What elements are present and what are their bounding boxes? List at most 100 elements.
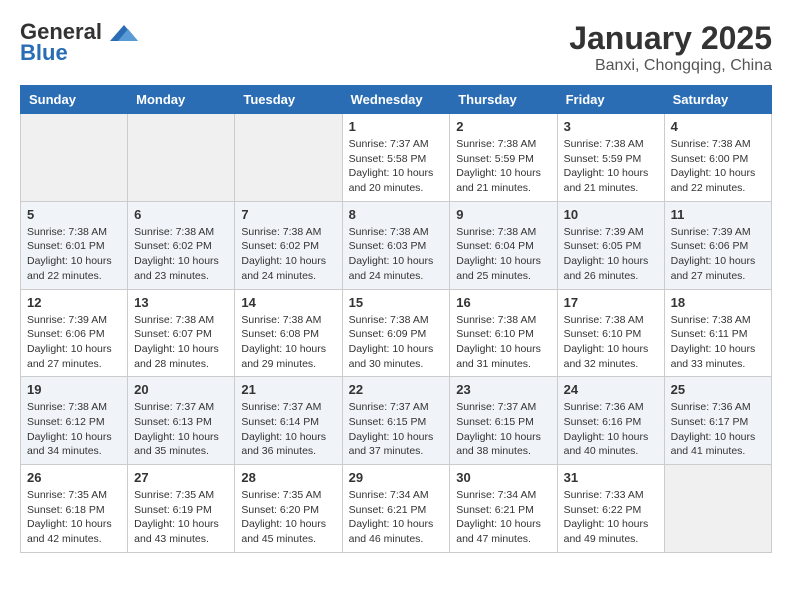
calendar-cell	[21, 114, 128, 202]
location-subtitle: Banxi, Chongqing, China	[569, 57, 772, 75]
col-header-sunday: Sunday	[21, 86, 128, 114]
day-info: Sunrise: 7:38 AMSunset: 6:04 PMDaylight:…	[456, 225, 550, 284]
day-info: Sunrise: 7:35 AMSunset: 6:18 PMDaylight:…	[27, 488, 121, 547]
day-info: Sunrise: 7:38 AMSunset: 6:11 PMDaylight:…	[671, 313, 765, 372]
day-number: 18	[671, 295, 765, 310]
calendar-cell: 19 Sunrise: 7:38 AMSunset: 6:12 PMDayligh…	[21, 377, 128, 465]
day-info: Sunrise: 7:38 AMSunset: 6:02 PMDaylight:…	[134, 225, 228, 284]
day-number: 25	[671, 382, 765, 397]
day-number: 27	[134, 470, 228, 485]
day-info: Sunrise: 7:38 AMSunset: 6:08 PMDaylight:…	[241, 313, 335, 372]
col-header-friday: Friday	[557, 86, 664, 114]
calendar-week-row: 5Sunrise: 7:38 AMSunset: 6:01 PMDaylight…	[21, 201, 772, 289]
logo-icon	[110, 23, 138, 43]
day-number: 9	[456, 207, 550, 222]
calendar-cell: 27 Sunrise: 7:35 AMSunset: 6:19 PMDayligh…	[128, 465, 235, 553]
day-info: Sunrise: 7:38 AMSunset: 6:10 PMDaylight:…	[456, 313, 550, 372]
calendar-cell: 17 Sunrise: 7:38 AMSunset: 6:10 PMDayligh…	[557, 289, 664, 377]
day-number: 8	[349, 207, 444, 222]
day-number: 4	[671, 119, 765, 134]
calendar-cell: 16 Sunrise: 7:38 AMSunset: 6:10 PMDayligh…	[450, 289, 557, 377]
day-number: 30	[456, 470, 550, 485]
calendar-cell: 9 Sunrise: 7:38 AMSunset: 6:04 PMDaylight…	[450, 201, 557, 289]
calendar-header-row: SundayMondayTuesdayWednesdayThursdayFrid…	[21, 86, 772, 114]
day-number: 26	[27, 470, 121, 485]
day-number: 14	[241, 295, 335, 310]
day-number: 5	[27, 207, 121, 222]
day-info: Sunrise: 7:35 AMSunset: 6:19 PMDaylight:…	[134, 488, 228, 547]
calendar-cell: 26 Sunrise: 7:35 AMSunset: 6:18 PMDayligh…	[21, 465, 128, 553]
calendar-cell: 31 Sunrise: 7:33 AMSunset: 6:22 PMDayligh…	[557, 465, 664, 553]
calendar-cell	[128, 114, 235, 202]
day-number: 24	[564, 382, 658, 397]
calendar-cell: 23 Sunrise: 7:37 AMSunset: 6:15 PMDayligh…	[450, 377, 557, 465]
calendar-cell: 24 Sunrise: 7:36 AMSunset: 6:16 PMDayligh…	[557, 377, 664, 465]
logo: General Blue	[20, 20, 138, 66]
day-number: 20	[134, 382, 228, 397]
calendar-cell: 12Sunrise: 7:39 AMSunset: 6:06 PMDayligh…	[21, 289, 128, 377]
calendar-cell	[235, 114, 342, 202]
day-info: Sunrise: 7:38 AMSunset: 6:03 PMDaylight:…	[349, 225, 444, 284]
col-header-monday: Monday	[128, 86, 235, 114]
day-number: 31	[564, 470, 658, 485]
calendar-week-row: 1 Sunrise: 7:37 AMSunset: 5:58 PMDaylight…	[21, 114, 772, 202]
calendar-cell: 8 Sunrise: 7:38 AMSunset: 6:03 PMDaylight…	[342, 201, 450, 289]
calendar-cell: 28 Sunrise: 7:35 AMSunset: 6:20 PMDayligh…	[235, 465, 342, 553]
calendar-cell: 6 Sunrise: 7:38 AMSunset: 6:02 PMDaylight…	[128, 201, 235, 289]
calendar-cell: 7Sunrise: 7:38 AMSunset: 6:02 PMDaylight…	[235, 201, 342, 289]
day-number: 22	[349, 382, 444, 397]
day-number: 2	[456, 119, 550, 134]
day-info: Sunrise: 7:37 AMSunset: 5:58 PMDaylight:…	[349, 137, 444, 196]
day-info: Sunrise: 7:36 AMSunset: 6:16 PMDaylight:…	[564, 400, 658, 459]
day-number: 1	[349, 119, 444, 134]
day-info: Sunrise: 7:34 AMSunset: 6:21 PMDaylight:…	[349, 488, 444, 547]
calendar-week-row: 26 Sunrise: 7:35 AMSunset: 6:18 PMDayligh…	[21, 465, 772, 553]
day-number: 15	[349, 295, 444, 310]
col-header-saturday: Saturday	[664, 86, 771, 114]
day-info: Sunrise: 7:39 AMSunset: 6:06 PMDaylight:…	[671, 225, 765, 284]
col-header-tuesday: Tuesday	[235, 86, 342, 114]
day-number: 11	[671, 207, 765, 222]
day-info: Sunrise: 7:38 AMSunset: 6:09 PMDaylight:…	[349, 313, 444, 372]
day-info: Sunrise: 7:38 AMSunset: 5:59 PMDaylight:…	[564, 137, 658, 196]
calendar-cell: 10 Sunrise: 7:39 AMSunset: 6:05 PMDayligh…	[557, 201, 664, 289]
day-number: 16	[456, 295, 550, 310]
day-number: 7	[241, 207, 335, 222]
calendar-cell: 20Sunrise: 7:37 AMSunset: 6:13 PMDayligh…	[128, 377, 235, 465]
day-info: Sunrise: 7:38 AMSunset: 5:59 PMDaylight:…	[456, 137, 550, 196]
day-info: Sunrise: 7:38 AMSunset: 6:10 PMDaylight:…	[564, 313, 658, 372]
day-info: Sunrise: 7:37 AMSunset: 6:15 PMDaylight:…	[456, 400, 550, 459]
day-number: 23	[456, 382, 550, 397]
col-header-thursday: Thursday	[450, 86, 557, 114]
day-info: Sunrise: 7:35 AMSunset: 6:20 PMDaylight:…	[241, 488, 335, 547]
calendar-cell: 13 Sunrise: 7:38 AMSunset: 6:07 PMDayligh…	[128, 289, 235, 377]
day-number: 17	[564, 295, 658, 310]
day-number: 19	[27, 382, 121, 397]
calendar-cell: 21 Sunrise: 7:37 AMSunset: 6:14 PMDayligh…	[235, 377, 342, 465]
day-info: Sunrise: 7:37 AMSunset: 6:14 PMDaylight:…	[241, 400, 335, 459]
day-info: Sunrise: 7:34 AMSunset: 6:21 PMDaylight:…	[456, 488, 550, 547]
calendar-cell: 1 Sunrise: 7:37 AMSunset: 5:58 PMDaylight…	[342, 114, 450, 202]
calendar-cell: 30 Sunrise: 7:34 AMSunset: 6:21 PMDayligh…	[450, 465, 557, 553]
day-number: 6	[134, 207, 228, 222]
day-info: Sunrise: 7:38 AMSunset: 6:07 PMDaylight:…	[134, 313, 228, 372]
day-info: Sunrise: 7:39 AMSunset: 6:06 PMDaylight:…	[27, 313, 121, 372]
calendar-cell	[664, 465, 771, 553]
day-number: 29	[349, 470, 444, 485]
calendar-cell: 4Sunrise: 7:38 AMSunset: 6:00 PMDaylight…	[664, 114, 771, 202]
calendar-cell: 3 Sunrise: 7:38 AMSunset: 5:59 PMDaylight…	[557, 114, 664, 202]
calendar-cell: 18 Sunrise: 7:38 AMSunset: 6:11 PMDayligh…	[664, 289, 771, 377]
day-number: 13	[134, 295, 228, 310]
day-info: Sunrise: 7:33 AMSunset: 6:22 PMDaylight:…	[564, 488, 658, 547]
day-number: 3	[564, 119, 658, 134]
calendar-cell: 5Sunrise: 7:38 AMSunset: 6:01 PMDaylight…	[21, 201, 128, 289]
day-number: 28	[241, 470, 335, 485]
day-number: 10	[564, 207, 658, 222]
day-info: Sunrise: 7:39 AMSunset: 6:05 PMDaylight:…	[564, 225, 658, 284]
col-header-wednesday: Wednesday	[342, 86, 450, 114]
day-number: 21	[241, 382, 335, 397]
calendar-cell: 14 Sunrise: 7:38 AMSunset: 6:08 PMDayligh…	[235, 289, 342, 377]
calendar-week-row: 12Sunrise: 7:39 AMSunset: 6:06 PMDayligh…	[21, 289, 772, 377]
day-info: Sunrise: 7:37 AMSunset: 6:15 PMDaylight:…	[349, 400, 444, 459]
day-info: Sunrise: 7:38 AMSunset: 6:12 PMDaylight:…	[27, 400, 121, 459]
